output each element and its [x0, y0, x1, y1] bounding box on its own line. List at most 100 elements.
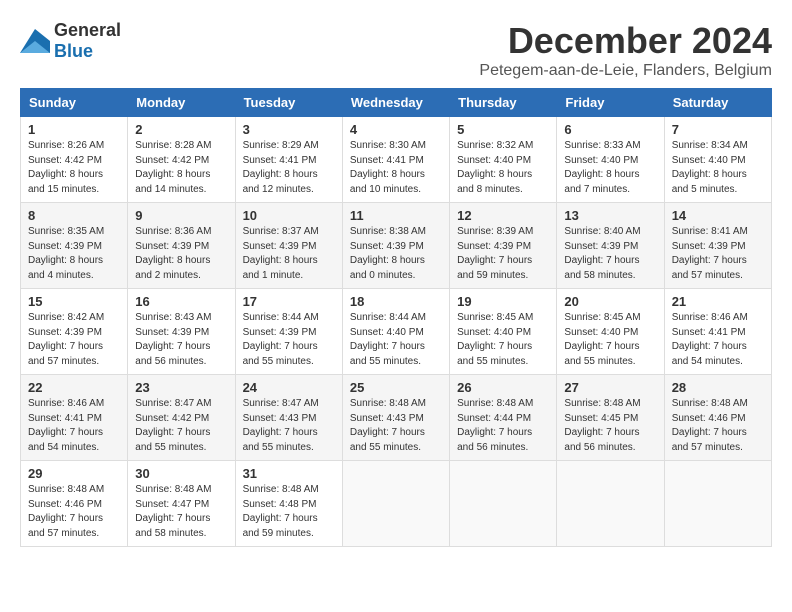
- day-number: 14: [672, 208, 764, 223]
- calendar-day-24: 24 Sunrise: 8:47 AMSunset: 4:43 PMDayligh…: [235, 375, 342, 461]
- day-number: 7: [672, 122, 764, 137]
- day-number: 12: [457, 208, 549, 223]
- day-number: 1: [28, 122, 120, 137]
- day-number: 5: [457, 122, 549, 137]
- title-block: December 2024 Petegem-aan-de-Leie, Fland…: [479, 20, 772, 80]
- day-number: 13: [564, 208, 656, 223]
- day-info: Sunrise: 8:48 AMSunset: 4:43 PMDaylight:…: [350, 397, 442, 455]
- day-info: Sunrise: 8:45 AMSunset: 4:40 PMDaylight:…: [564, 311, 656, 369]
- header-thursday: Thursday: [450, 89, 557, 117]
- day-number: 9: [135, 208, 227, 223]
- day-number: 25: [350, 380, 442, 395]
- day-info: Sunrise: 8:42 AMSunset: 4:39 PMDaylight:…: [28, 311, 120, 369]
- day-number: 10: [243, 208, 335, 223]
- calendar-day-23: 23 Sunrise: 8:47 AMSunset: 4:42 PMDayligh…: [128, 375, 235, 461]
- calendar-week-5: 29 Sunrise: 8:48 AMSunset: 4:46 PMDayligh…: [21, 461, 772, 547]
- day-info: Sunrise: 8:33 AMSunset: 4:40 PMDaylight:…: [564, 139, 656, 197]
- calendar-day-5: 5 Sunrise: 8:32 AMSunset: 4:40 PMDaylight…: [450, 117, 557, 203]
- calendar-day-11: 11 Sunrise: 8:38 AMSunset: 4:39 PMDayligh…: [342, 203, 449, 289]
- day-info: Sunrise: 8:29 AMSunset: 4:41 PMDaylight:…: [243, 139, 335, 197]
- logo-general: General: [54, 20, 121, 40]
- day-number: 30: [135, 466, 227, 481]
- calendar-day-10: 10 Sunrise: 8:37 AMSunset: 4:39 PMDayligh…: [235, 203, 342, 289]
- day-info: Sunrise: 8:35 AMSunset: 4:39 PMDaylight:…: [28, 225, 120, 283]
- day-info: Sunrise: 8:44 AMSunset: 4:40 PMDaylight:…: [350, 311, 442, 369]
- day-number: 20: [564, 294, 656, 309]
- page-header: General Blue December 2024 Petegem-aan-d…: [20, 20, 772, 80]
- calendar-day-4: 4 Sunrise: 8:30 AMSunset: 4:41 PMDaylight…: [342, 117, 449, 203]
- calendar-day-1: 1 Sunrise: 8:26 AMSunset: 4:42 PMDaylight…: [21, 117, 128, 203]
- day-info: Sunrise: 8:48 AMSunset: 4:48 PMDaylight:…: [243, 483, 335, 541]
- logo: General Blue: [20, 20, 121, 62]
- calendar-day-13: 13 Sunrise: 8:40 AMSunset: 4:39 PMDayligh…: [557, 203, 664, 289]
- calendar-day-27: 27 Sunrise: 8:48 AMSunset: 4:45 PMDayligh…: [557, 375, 664, 461]
- calendar-day-29: 29 Sunrise: 8:48 AMSunset: 4:46 PMDayligh…: [21, 461, 128, 547]
- day-number: 26: [457, 380, 549, 395]
- calendar-day-25: 25 Sunrise: 8:48 AMSunset: 4:43 PMDayligh…: [342, 375, 449, 461]
- empty-cell: [557, 461, 664, 547]
- day-info: Sunrise: 8:46 AMSunset: 4:41 PMDaylight:…: [672, 311, 764, 369]
- day-info: Sunrise: 8:32 AMSunset: 4:40 PMDaylight:…: [457, 139, 549, 197]
- header-sunday: Sunday: [21, 89, 128, 117]
- day-number: 22: [28, 380, 120, 395]
- day-info: Sunrise: 8:46 AMSunset: 4:41 PMDaylight:…: [28, 397, 120, 455]
- day-number: 6: [564, 122, 656, 137]
- day-number: 29: [28, 466, 120, 481]
- calendar-day-22: 22 Sunrise: 8:46 AMSunset: 4:41 PMDayligh…: [21, 375, 128, 461]
- day-info: Sunrise: 8:48 AMSunset: 4:45 PMDaylight:…: [564, 397, 656, 455]
- empty-cell: [450, 461, 557, 547]
- day-info: Sunrise: 8:48 AMSunset: 4:44 PMDaylight:…: [457, 397, 549, 455]
- calendar-day-26: 26 Sunrise: 8:48 AMSunset: 4:44 PMDayligh…: [450, 375, 557, 461]
- empty-cell: [342, 461, 449, 547]
- calendar-day-7: 7 Sunrise: 8:34 AMSunset: 4:40 PMDaylight…: [664, 117, 771, 203]
- day-info: Sunrise: 8:34 AMSunset: 4:40 PMDaylight:…: [672, 139, 764, 197]
- day-info: Sunrise: 8:30 AMSunset: 4:41 PMDaylight:…: [350, 139, 442, 197]
- calendar-day-18: 18 Sunrise: 8:44 AMSunset: 4:40 PMDayligh…: [342, 289, 449, 375]
- day-number: 24: [243, 380, 335, 395]
- day-info: Sunrise: 8:41 AMSunset: 4:39 PMDaylight:…: [672, 225, 764, 283]
- day-number: 21: [672, 294, 764, 309]
- calendar-day-15: 15Sunrise: 8:42 AMSunset: 4:39 PMDayligh…: [21, 289, 128, 375]
- calendar-table: SundayMondayTuesdayWednesdayThursdayFrid…: [20, 88, 772, 547]
- day-number: 17: [243, 294, 335, 309]
- day-number: 11: [350, 208, 442, 223]
- logo-icon: [20, 29, 50, 53]
- calendar-week-2: 8 Sunrise: 8:35 AMSunset: 4:39 PMDaylight…: [21, 203, 772, 289]
- day-number: 8: [28, 208, 120, 223]
- calendar-day-16: 16 Sunrise: 8:43 AMSunset: 4:39 PMDayligh…: [128, 289, 235, 375]
- day-info: Sunrise: 8:43 AMSunset: 4:39 PMDaylight:…: [135, 311, 227, 369]
- calendar-day-2: 2Sunrise: 8:28 AMSunset: 4:42 PMDaylight…: [128, 117, 235, 203]
- header-friday: Friday: [557, 89, 664, 117]
- day-number: 18: [350, 294, 442, 309]
- calendar-week-4: 22 Sunrise: 8:46 AMSunset: 4:41 PMDayligh…: [21, 375, 772, 461]
- day-info: Sunrise: 8:26 AMSunset: 4:42 PMDaylight:…: [28, 139, 120, 197]
- calendar-day-19: 19Sunrise: 8:45 AMSunset: 4:40 PMDayligh…: [450, 289, 557, 375]
- day-info: Sunrise: 8:39 AMSunset: 4:39 PMDaylight:…: [457, 225, 549, 283]
- calendar-day-30: 30Sunrise: 8:48 AMSunset: 4:47 PMDayligh…: [128, 461, 235, 547]
- day-info: Sunrise: 8:37 AMSunset: 4:39 PMDaylight:…: [243, 225, 335, 283]
- calendar-day-17: 17 Sunrise: 8:44 AMSunset: 4:39 PMDayligh…: [235, 289, 342, 375]
- day-info: Sunrise: 8:44 AMSunset: 4:39 PMDaylight:…: [243, 311, 335, 369]
- day-number: 4: [350, 122, 442, 137]
- day-info: Sunrise: 8:40 AMSunset: 4:39 PMDaylight:…: [564, 225, 656, 283]
- empty-cell: [664, 461, 771, 547]
- day-info: Sunrise: 8:38 AMSunset: 4:39 PMDaylight:…: [350, 225, 442, 283]
- calendar-day-14: 14 Sunrise: 8:41 AMSunset: 4:39 PMDayligh…: [664, 203, 771, 289]
- day-number: 23: [135, 380, 227, 395]
- day-info: Sunrise: 8:47 AMSunset: 4:43 PMDaylight:…: [243, 397, 335, 455]
- day-info: Sunrise: 8:47 AMSunset: 4:42 PMDaylight:…: [135, 397, 227, 455]
- calendar-day-12: 12 Sunrise: 8:39 AMSunset: 4:39 PMDayligh…: [450, 203, 557, 289]
- calendar-day-20: 20 Sunrise: 8:45 AMSunset: 4:40 PMDayligh…: [557, 289, 664, 375]
- subtitle: Petegem-aan-de-Leie, Flanders, Belgium: [479, 62, 772, 80]
- day-info: Sunrise: 8:48 AMSunset: 4:46 PMDaylight:…: [28, 483, 120, 541]
- calendar-day-28: 28Sunrise: 8:48 AMSunset: 4:46 PMDayligh…: [664, 375, 771, 461]
- day-number: 16: [135, 294, 227, 309]
- day-number: 27: [564, 380, 656, 395]
- day-number: 3: [243, 122, 335, 137]
- calendar-day-6: 6 Sunrise: 8:33 AMSunset: 4:40 PMDaylight…: [557, 117, 664, 203]
- calendar-day-9: 9Sunrise: 8:36 AMSunset: 4:39 PMDaylight…: [128, 203, 235, 289]
- day-info: Sunrise: 8:28 AMSunset: 4:42 PMDaylight:…: [135, 139, 227, 197]
- calendar-day-3: 3 Sunrise: 8:29 AMSunset: 4:41 PMDaylight…: [235, 117, 342, 203]
- day-info: Sunrise: 8:45 AMSunset: 4:40 PMDaylight:…: [457, 311, 549, 369]
- calendar-week-1: 1 Sunrise: 8:26 AMSunset: 4:42 PMDaylight…: [21, 117, 772, 203]
